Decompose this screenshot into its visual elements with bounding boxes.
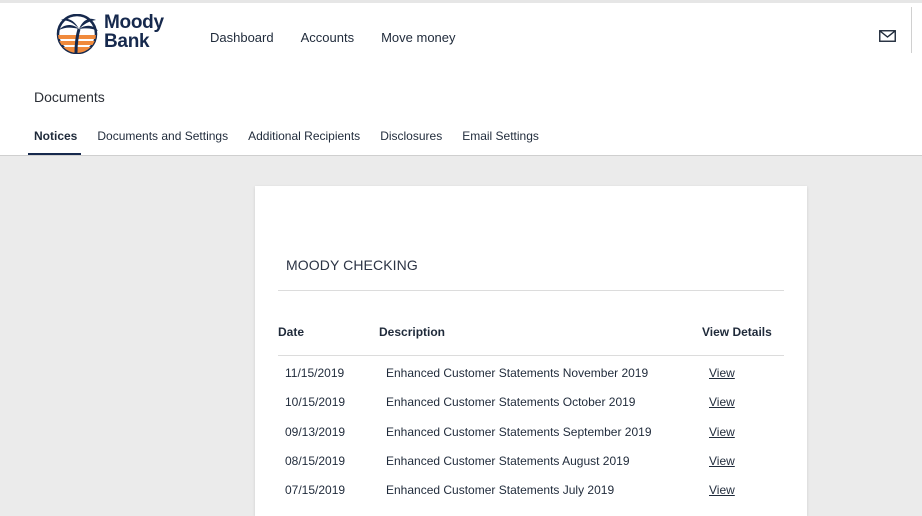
documents-header: Documents Notices Documents and Settings… — [0, 65, 922, 156]
row-date: 08/15/2019 — [285, 454, 346, 468]
column-header-description: Description — [379, 325, 446, 339]
tab-documents-and-settings[interactable]: Documents and Settings — [91, 121, 238, 154]
table-row: 10/15/2019 Enhanced Customer Statements … — [255, 395, 807, 415]
row-date: 09/13/2019 — [285, 425, 346, 439]
notices-card: MOODY CHECKING Date Description View Det… — [255, 186, 807, 516]
tab-disclosures[interactable]: Disclosures — [374, 121, 452, 154]
mail-icon[interactable] — [879, 30, 896, 42]
account-title: MOODY CHECKING — [286, 257, 418, 273]
document-tabs: Notices Documents and Settings Additiona… — [28, 121, 553, 155]
table-row: 08/15/2019 Enhanced Customer Statements … — [255, 454, 807, 474]
brand-name: Moody Bank — [104, 13, 164, 51]
nav-move-money[interactable]: Move money — [381, 30, 455, 45]
view-link[interactable]: View — [709, 483, 735, 497]
divider — [911, 7, 912, 53]
tab-email-settings[interactable]: Email Settings — [456, 121, 549, 154]
column-header-date: Date — [278, 325, 305, 339]
row-description: Enhanced Customer Statements July 2019 — [386, 483, 615, 497]
row-description: Enhanced Customer Statements August 2019 — [386, 454, 630, 468]
nav-dashboard[interactable]: Dashboard — [210, 30, 274, 45]
palm-tree-logo-icon — [56, 14, 98, 54]
main-nav: Dashboard Accounts Move money — [210, 30, 456, 45]
view-link[interactable]: View — [709, 366, 735, 380]
row-description: Enhanced Customer Statements November 20… — [386, 366, 649, 380]
table-row: 07/15/2019 Enhanced Customer Statements … — [255, 483, 807, 503]
table-row: 09/13/2019 Enhanced Customer Statements … — [255, 425, 807, 445]
brand-line-2: Bank — [104, 31, 150, 52]
row-date: 11/15/2019 — [285, 366, 345, 380]
row-date: 10/15/2019 — [285, 395, 346, 409]
table-row: 11/15/2019 Enhanced Customer Statements … — [255, 366, 807, 386]
brand-line-1: Moody — [104, 12, 164, 33]
row-date: 07/15/2019 — [285, 483, 346, 497]
divider — [278, 290, 784, 291]
row-description: Enhanced Customer Statements September 2… — [386, 425, 652, 439]
view-link[interactable]: View — [709, 395, 735, 409]
page-title: Documents — [34, 89, 105, 105]
divider — [278, 355, 784, 356]
tab-notices[interactable]: Notices — [28, 121, 87, 155]
tab-additional-recipients[interactable]: Additional Recipients — [242, 121, 370, 154]
nav-accounts[interactable]: Accounts — [301, 30, 354, 45]
view-link[interactable]: View — [709, 454, 735, 468]
top-navigation-bar: Moody Bank Dashboard Accounts Move money — [0, 0, 922, 68]
moody-bank-logo[interactable]: Moody Bank — [52, 13, 168, 57]
view-link[interactable]: View — [709, 425, 735, 439]
row-description: Enhanced Customer Statements October 201… — [386, 395, 636, 409]
column-header-view-details: View Details — [702, 325, 772, 339]
